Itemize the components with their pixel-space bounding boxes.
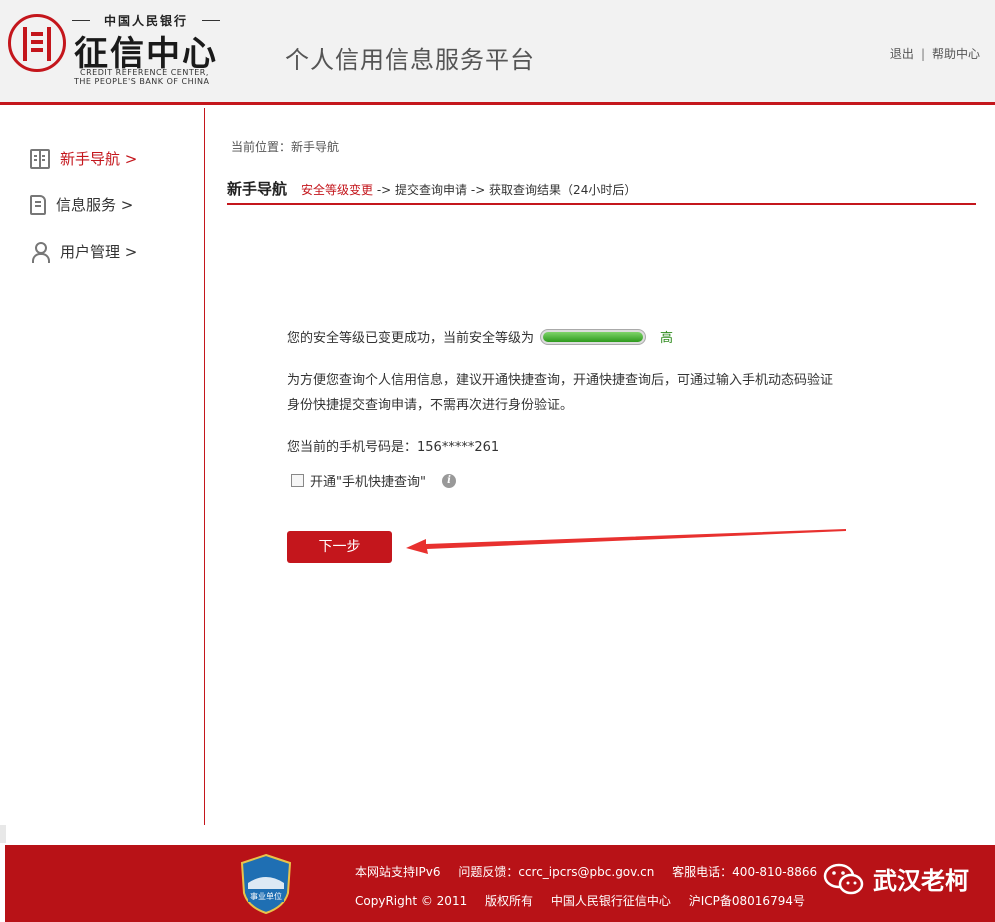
footer-line-2: CopyRight © 2011 版权所有 中国人民银行征信中心 沪ICP备08… bbox=[355, 892, 819, 909]
current-step: 安全等级变更 bbox=[301, 183, 374, 197]
feedback-email[interactable]: 问题反馈：ccrc_ipcrs@pbc.gov.cn bbox=[458, 865, 654, 879]
advice-line-2: 身份快捷提交查询申请，不需再次进行身份验证。 bbox=[287, 398, 574, 413]
sidebar-item-label: 信息服务 > bbox=[56, 196, 134, 214]
user-icon bbox=[30, 241, 50, 263]
remaining-steps: -> 提交查询申请 -> 获取查询结果（24小时后） bbox=[373, 183, 637, 197]
sidebar-item-label: 新手导航 > bbox=[60, 150, 138, 168]
security-level-label: 高 bbox=[660, 331, 674, 346]
sidebar-item-user-management[interactable]: 用户管理 > bbox=[30, 241, 138, 263]
document-icon bbox=[30, 194, 46, 215]
logout-link[interactable]: 退出 bbox=[890, 47, 914, 61]
watermark: 武汉老柯 bbox=[823, 861, 969, 896]
quick-query-option: 开通"手机快捷查询" i bbox=[291, 471, 456, 490]
site-title: 个人信用信息服务平台 bbox=[285, 46, 535, 74]
security-level-text: 您的安全等级已变更成功，当前安全等级为 bbox=[287, 331, 535, 346]
organization-name: 中国人民银行征信中心 bbox=[550, 894, 671, 908]
quick-query-label[interactable]: 开通"手机快捷查询" bbox=[310, 471, 426, 490]
book-icon bbox=[30, 148, 50, 169]
logo-emblem-icon bbox=[8, 14, 66, 72]
icp-number[interactable]: 沪ICP备08016794号 bbox=[689, 894, 805, 908]
logo-english-line1: CREDIT REFERENCE CENTER, bbox=[80, 68, 209, 77]
sidebar-item-label: 用户管理 > bbox=[60, 243, 138, 261]
sidebar-item-newbie-guide[interactable]: 新手导航 > bbox=[30, 148, 137, 169]
pbc-credit-center-logo[interactable]: 中国人民银行 征信中心 CREDIT REFERENCE CENTER, THE… bbox=[8, 12, 223, 88]
step-progress: 安全等级变更 -> 提交查询申请 -> 获取查询结果（24小时后） bbox=[301, 178, 636, 198]
sidebar-item-info-service[interactable]: 信息服务 > bbox=[30, 194, 133, 215]
advice-message: 为方便您查询个人信用信息，建议开通快捷查询，开通快捷查询后，可通过输入手机动态码… bbox=[287, 368, 887, 418]
help-center-link[interactable]: 帮助中心 bbox=[932, 47, 980, 61]
top-links: 退出 | 帮助中心 bbox=[890, 45, 980, 62]
security-level-bar bbox=[540, 328, 647, 345]
info-icon[interactable]: i bbox=[441, 473, 456, 488]
sidebar: 新手导航 > 信息服务 > 用户管理 > bbox=[0, 108, 205, 825]
footer: 事业单位 本网站支持IPv6 问题反馈：ccrc_ipcrs@pbc.gov.c… bbox=[5, 845, 995, 922]
public-institution-badge-icon[interactable]: 事业单位 bbox=[240, 853, 292, 915]
watermark-text: 武汉老柯 bbox=[873, 867, 969, 895]
breadcrumb: 当前位置：新手导航 bbox=[231, 140, 340, 154]
advice-line-1: 为方便您查询个人信用信息，建议开通快捷查询，开通快捷查询后，可通过输入手机动态码… bbox=[287, 373, 834, 388]
phone-number-message: 您当前的手机号码是：156*****261 bbox=[287, 440, 500, 455]
red-arrow-annotation bbox=[406, 529, 846, 554]
link-separator: | bbox=[920, 47, 925, 61]
header: 中国人民银行 征信中心 CREDIT REFERENCE CENTER, THE… bbox=[0, 0, 995, 105]
rights-reserved: 版权所有 bbox=[485, 894, 534, 908]
copyright: CopyRight © 2011 bbox=[355, 894, 468, 908]
logo-english-line2: THE PEOPLE'S BANK OF CHINA bbox=[74, 77, 210, 86]
ipv6-support: 本网站支持IPv6 bbox=[355, 865, 441, 879]
quick-query-checkbox[interactable] bbox=[291, 474, 304, 487]
security-level-fill bbox=[543, 331, 644, 342]
section-header: 新手导航 安全等级变更 -> 提交查询申请 -> 获取查询结果（24小时后） bbox=[227, 178, 976, 205]
section-title: 新手导航 bbox=[227, 180, 288, 198]
next-step-button[interactable]: 下一步 bbox=[287, 531, 392, 563]
badge-text: 事业单位 bbox=[250, 891, 282, 901]
footer-line-1: 本网站支持IPv6 问题反馈：ccrc_ipcrs@pbc.gov.cn 客服电… bbox=[355, 863, 831, 880]
service-phone: 客服电话：400-810-8866 bbox=[672, 865, 818, 879]
security-level-message: 您的安全等级已变更成功，当前安全等级为 高 bbox=[287, 327, 673, 346]
wechat-icon bbox=[823, 863, 864, 894]
